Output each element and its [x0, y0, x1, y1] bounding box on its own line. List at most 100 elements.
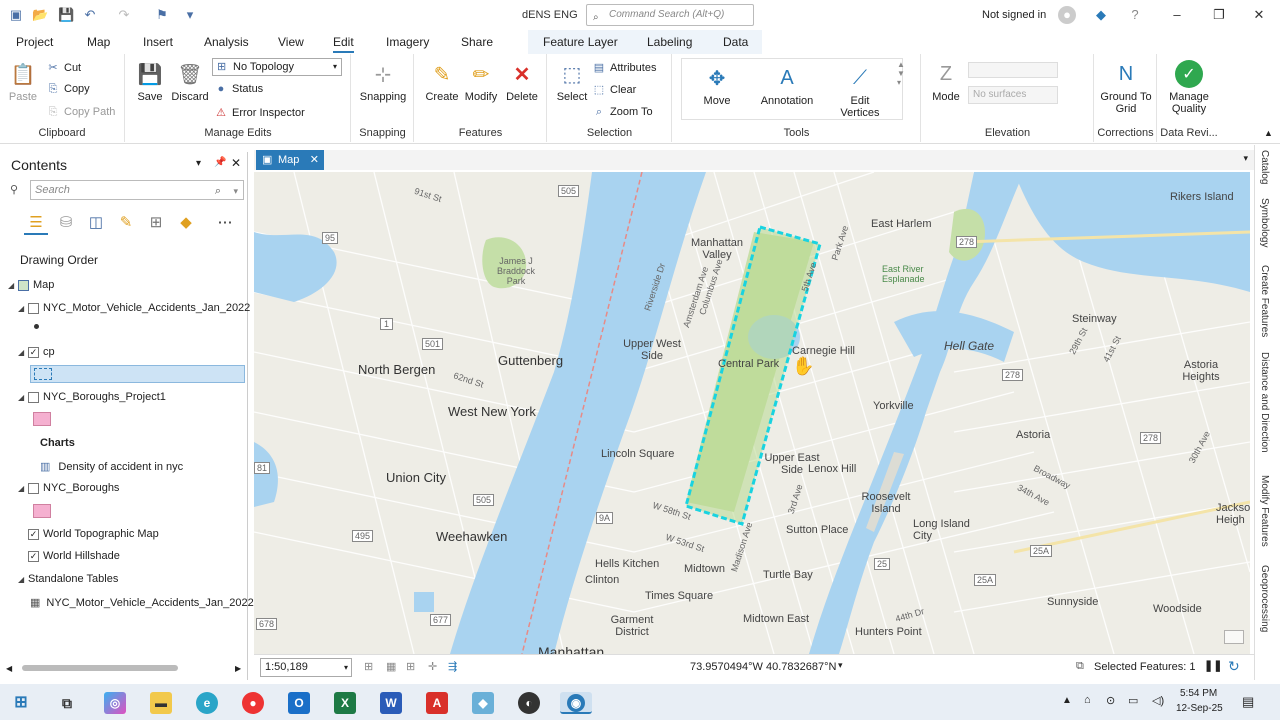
more-options-icon[interactable]: ⋯ — [214, 213, 236, 231]
task-view-icon[interactable]: ⧉ — [56, 692, 78, 714]
tab-list-icon[interactable]: ▾ — [1243, 153, 1248, 164]
collapse-ribbon-icon[interactable]: ▲ — [1264, 128, 1273, 138]
gallery-scroll-icon[interactable]: ▲ ▼ ▾ — [897, 60, 905, 87]
status-button[interactable]: ● Status — [214, 83, 264, 95]
zoom-to-button[interactable]: ⌕ Zoom To — [592, 106, 653, 119]
word-icon[interactable]: W — [380, 692, 402, 714]
collapse-icon[interactable]: ◢ — [18, 304, 28, 313]
data-source-icon[interactable]: ⛁ — [55, 213, 77, 231]
grid-icon[interactable]: ⊞ — [406, 660, 415, 673]
layer-checkbox[interactable]: ✓ — [28, 528, 39, 540]
clock-time[interactable]: 5:54 PM — [1180, 688, 1217, 699]
edge-icon[interactable]: e — [196, 692, 218, 714]
create-button[interactable]: ✎ Create — [423, 60, 461, 104]
network-icon[interactable]: ▭ — [1128, 694, 1138, 707]
scroll-right-icon[interactable]: ▶ — [235, 664, 241, 673]
standalone-tables-node[interactable]: ◢ Standalone Tables — [18, 573, 118, 585]
map-view-tab[interactable]: ▣ Map ✕ — [256, 150, 324, 170]
acrobat-icon[interactable]: A — [426, 692, 448, 714]
collapse-icon[interactable]: ◢ — [18, 575, 28, 584]
attributes-button[interactable]: ▤ Attributes — [592, 61, 657, 74]
cut-button[interactable]: ✂ Cut — [46, 61, 81, 74]
snapping-list-icon[interactable]: ⊞ — [145, 213, 167, 231]
tab-project[interactable]: Project — [16, 35, 53, 49]
tab-feature-layer[interactable]: Feature Layer — [543, 35, 618, 49]
copy-button[interactable]: ⎘ Copy — [46, 83, 90, 96]
tray-icon[interactable]: ⊙ — [1106, 694, 1115, 707]
tab-labeling[interactable]: Labeling — [647, 35, 692, 49]
layer-checkbox[interactable] — [28, 482, 39, 494]
layer-checkbox[interactable]: ✓ — [28, 550, 39, 562]
arcgis-pro-icon[interactable]: ◉ — [560, 692, 592, 714]
close-icon[interactable]: ✕ — [1250, 6, 1268, 24]
layer-checkbox[interactable] — [28, 302, 39, 314]
map-view[interactable]: North Bergen Guttenberg West New York Un… — [254, 172, 1250, 654]
close-tab-icon[interactable]: ✕ — [310, 150, 319, 170]
collapse-icon[interactable]: ◢ — [18, 348, 28, 357]
accessibility-icon[interactable]: ⚑ — [154, 7, 170, 23]
pin-icon[interactable]: 📌 — [214, 157, 226, 168]
layer-checkbox[interactable] — [28, 391, 39, 403]
chrome-icon[interactable]: ● — [242, 692, 264, 714]
notifications-icon[interactable]: ◆ — [1092, 6, 1110, 24]
crosshair-icon[interactable]: ✛ — [428, 660, 437, 673]
scale-dropdown[interactable]: 1:50,189 ▾ — [260, 658, 352, 677]
excel-icon[interactable]: X — [334, 692, 356, 714]
elevation-value-field[interactable] — [968, 62, 1058, 78]
close-pane-icon[interactable]: ✕ — [231, 156, 241, 170]
ground-to-grid-button[interactable]: N Ground To Grid — [1099, 60, 1153, 116]
grid-icon[interactable]: ⊞ — [364, 660, 373, 673]
start-icon[interactable]: ⊞ — [10, 692, 32, 714]
horizontal-scrollbar[interactable] — [22, 665, 178, 671]
tab-insert[interactable]: Insert — [143, 35, 173, 49]
copy-path-button[interactable]: ⎘ Copy Path — [46, 106, 116, 119]
help-icon[interactable]: ? — [1126, 6, 1144, 24]
error-inspector-button[interactable]: ⚠ Error Inspector — [214, 106, 305, 119]
clock-date[interactable]: 12-Sep-25 — [1176, 703, 1223, 714]
refresh-icon[interactable]: ↻ — [1228, 658, 1240, 675]
select-button[interactable]: ⬚ Select — [554, 60, 590, 104]
dock-tab-geoprocessing[interactable]: Geoprocessing — [1259, 565, 1270, 632]
snapping-button[interactable]: ⊹ Snapping — [358, 60, 408, 104]
drawing-order-icon[interactable]: ☰ — [24, 213, 48, 235]
map-node[interactable]: ◢ Map — [8, 279, 54, 291]
dock-tab-modify-features[interactable]: Modify Features — [1259, 475, 1270, 547]
outlook-icon[interactable]: O — [288, 692, 310, 714]
tab-share[interactable]: Share — [461, 35, 493, 49]
selection-list-icon[interactable]: ◫ — [85, 213, 107, 231]
command-search-input[interactable]: ⌕ Command Search (Alt+Q) — [586, 4, 754, 26]
cp-symbol-row[interactable] — [30, 365, 245, 383]
collapse-icon[interactable]: ◢ — [18, 484, 28, 493]
layer-world-hillshade[interactable]: ✓ World Hillshade — [28, 550, 120, 562]
app-icon[interactable]: ▣ — [8, 7, 24, 23]
collapse-icon[interactable]: ◢ — [8, 281, 18, 290]
editing-list-icon[interactable]: ✎ — [115, 213, 137, 231]
layer-cp[interactable]: ◢ ✓ cp — [18, 346, 55, 358]
clear-selection-button[interactable]: ⬚ Clear — [592, 83, 637, 96]
notifications-icon[interactable]: ▤ — [1242, 694, 1254, 710]
dock-tab-symbology[interactable]: Symbology — [1259, 198, 1270, 247]
file-explorer-icon[interactable]: ▬ — [150, 692, 172, 714]
chevron-down-icon[interactable]: ▾ — [838, 660, 843, 671]
save-project-icon[interactable]: 💾 — [58, 7, 74, 23]
contents-search-input[interactable]: Search ⌕ ▾ — [30, 180, 244, 200]
layer-accidents[interactable]: ◢ NYC_Motor_Vehicle_Accidents_Jan_2022 — [18, 302, 250, 314]
tab-data[interactable]: Data — [723, 35, 748, 49]
tab-imagery[interactable]: Imagery — [386, 35, 429, 49]
discard-edits-button[interactable]: 🗑 Discard — [170, 60, 210, 104]
layer-boroughs[interactable]: ◢ NYC_Boroughs — [18, 482, 119, 494]
topology-dropdown[interactable]: ⊞ No Topology ▾ — [212, 58, 342, 76]
tab-analysis[interactable]: Analysis — [204, 35, 249, 49]
layer-boroughs-project1[interactable]: ◢ NYC_Boroughs_Project1 — [18, 391, 166, 403]
dock-tab-catalog[interactable]: Catalog — [1259, 150, 1270, 184]
overview-icon[interactable] — [1224, 630, 1244, 644]
table-icon[interactable]: ▦ — [386, 660, 396, 673]
sign-in-status[interactable]: Not signed in — [982, 9, 1046, 21]
app-icon[interactable]: ◆ — [472, 692, 494, 714]
selected-features[interactable]: Selected Features: 1 — [1094, 661, 1196, 673]
open-icon[interactable]: 📂 — [32, 7, 48, 23]
restore-icon[interactable]: ❐ — [1210, 6, 1228, 24]
volume-icon[interactable]: ◁) — [1152, 694, 1164, 707]
tray-expand-icon[interactable]: ▲ — [1062, 695, 1072, 706]
redo-icon[interactable]: ↷ — [116, 7, 132, 23]
